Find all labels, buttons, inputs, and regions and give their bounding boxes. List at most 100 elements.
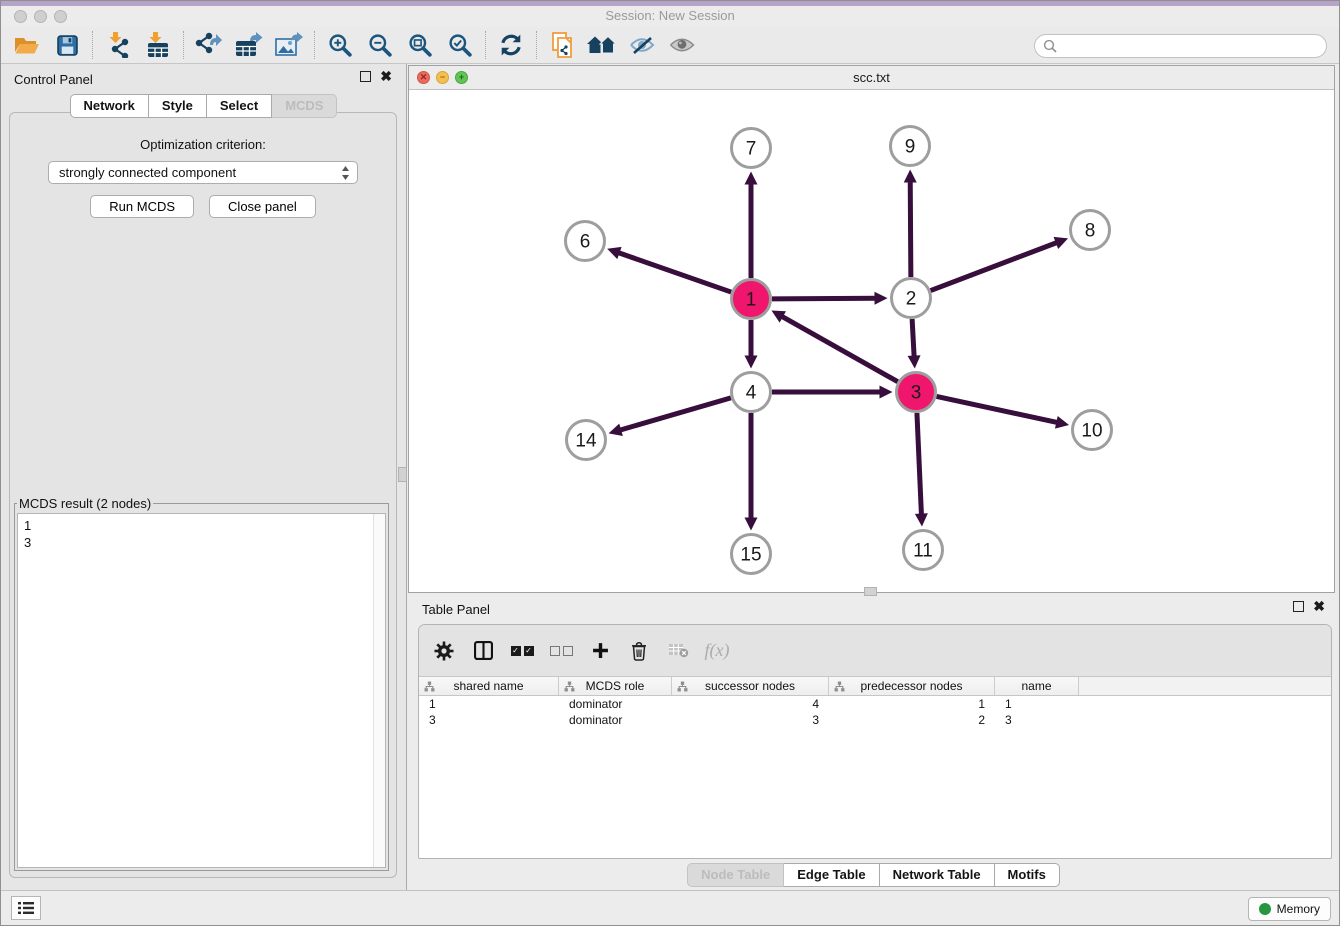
network-maximize-button[interactable]: +	[455, 71, 468, 84]
graph-node-11[interactable]: 11	[904, 531, 943, 570]
table-cell[interactable]: dominator	[559, 712, 672, 728]
refresh-button[interactable]	[491, 30, 531, 61]
column-header-MCDS-role[interactable]: MCDS role	[559, 677, 672, 695]
table-cell[interactable]: 1	[829, 696, 995, 712]
zoom-out-button[interactable]	[360, 30, 400, 61]
window-titlebar: Session: New Session	[1, 6, 1339, 27]
edge-4-14	[619, 398, 731, 430]
search-input[interactable]	[1057, 39, 1326, 54]
graph-node-2[interactable]: 2	[892, 279, 931, 318]
table-cell[interactable]: 3	[419, 712, 559, 728]
tab-node-table[interactable]: Node Table	[687, 863, 784, 887]
table-cell[interactable]: 2	[829, 712, 995, 728]
tab-motifs[interactable]: Motifs	[995, 863, 1060, 887]
table-cell[interactable]: 4	[672, 696, 829, 712]
import-network-button[interactable]	[98, 30, 138, 61]
export-table-icon	[235, 32, 263, 58]
function-builder-button[interactable]: f(x)	[704, 636, 730, 666]
tab-network-table[interactable]: Network Table	[880, 863, 995, 887]
home-button[interactable]	[582, 30, 622, 61]
zoom-out-icon	[368, 33, 392, 57]
column-header-successor-nodes[interactable]: successor nodes	[672, 677, 829, 695]
vertical-splitter-grip[interactable]	[398, 467, 407, 482]
import-table-button[interactable]	[138, 30, 178, 61]
zoom-in-button[interactable]	[320, 30, 360, 61]
graph-node-8[interactable]: 8	[1071, 211, 1110, 250]
tab-select[interactable]: Select	[207, 94, 272, 118]
edge-3-11	[917, 413, 922, 516]
delete-column-button[interactable]	[626, 636, 652, 666]
network-minimize-button[interactable]: −	[436, 71, 449, 84]
import-table-icon	[146, 32, 170, 58]
table-cell[interactable]: dominator	[559, 696, 672, 712]
close-panel-icon[interactable]: ✖	[1313, 601, 1325, 612]
network-canvas[interactable]: 7 9 6 8 1 2 4 3 14 10 15 11	[409, 90, 1334, 592]
deselect-all-button[interactable]	[548, 636, 574, 666]
zoom-fit-button[interactable]	[400, 30, 440, 61]
export-image-button[interactable]	[269, 30, 309, 61]
status-bar: Memory	[1, 890, 1339, 925]
column-type-icon	[424, 681, 435, 692]
show-columns-button[interactable]	[470, 636, 496, 666]
table-cell[interactable]: 3	[672, 712, 829, 728]
table-row[interactable]: 1dominator411	[419, 696, 1331, 712]
graph-node-9[interactable]: 9	[891, 127, 930, 166]
memory-button[interactable]: Memory	[1248, 897, 1331, 921]
copy-network-view-button[interactable]	[542, 30, 582, 61]
add-column-button[interactable]	[587, 636, 613, 666]
arrowhead-2-3	[908, 355, 921, 368]
tab-style[interactable]: Style	[149, 94, 207, 118]
result-scrollbar[interactable]	[373, 514, 385, 867]
edge-2-9	[910, 180, 911, 277]
close-panel-button[interactable]: Close panel	[209, 195, 316, 218]
optimization-criterion-select[interactable]: strongly connected component	[48, 161, 358, 184]
table-panel-title: Table Panel	[422, 602, 490, 617]
table-cell[interactable]: 1	[995, 696, 1079, 712]
edge-2-8	[931, 242, 1058, 290]
graph-node-15[interactable]: 15	[732, 535, 771, 574]
tab-network[interactable]: Network	[70, 94, 149, 118]
export-network-button[interactable]	[189, 30, 229, 61]
zoom-in-icon	[328, 33, 352, 57]
arrowhead-4-15	[745, 518, 758, 531]
close-panel-icon[interactable]: ✖	[380, 71, 392, 82]
graph-node-3[interactable]: 3	[897, 373, 936, 412]
open-session-button[interactable]	[7, 30, 47, 61]
minimize-window-button[interactable]	[34, 10, 47, 23]
network-window-titlebar[interactable]: ✕ − + scc.txt	[409, 66, 1334, 90]
graph-node-6[interactable]: 6	[566, 222, 605, 261]
graph-node-4[interactable]: 4	[732, 373, 771, 412]
select-all-button[interactable]: ✓✓	[509, 636, 535, 666]
delete-table-button[interactable]	[665, 636, 691, 666]
close-window-button[interactable]	[14, 10, 27, 23]
graph-node-1[interactable]: 1	[732, 280, 771, 319]
table-cell[interactable]: 1	[419, 696, 559, 712]
export-table-button[interactable]	[229, 30, 269, 61]
table-cell[interactable]: 3	[995, 712, 1079, 728]
graph-node-7[interactable]: 7	[732, 129, 771, 168]
toolbar-separator	[314, 31, 315, 59]
zoom-window-button[interactable]	[54, 10, 67, 23]
column-header-name[interactable]: name	[995, 677, 1079, 695]
search-field[interactable]	[1034, 34, 1327, 58]
table-settings-button[interactable]	[431, 636, 457, 666]
column-header-shared-name[interactable]: shared name	[419, 677, 559, 695]
tab-edge-table[interactable]: Edge Table	[784, 863, 879, 887]
hide-graphics-button[interactable]	[622, 30, 662, 61]
memory-button-label: Memory	[1277, 902, 1320, 916]
show-graphics-button[interactable]	[662, 30, 702, 61]
column-header-predecessor-nodes[interactable]: predecessor nodes	[829, 677, 995, 695]
run-mcds-button[interactable]: Run MCDS	[90, 195, 194, 218]
float-panel-icon[interactable]	[360, 71, 371, 82]
save-session-button[interactable]	[47, 30, 87, 61]
mcds-result-textarea[interactable]: 13	[17, 513, 386, 868]
zoom-selected-button[interactable]	[440, 30, 480, 61]
float-panel-icon[interactable]	[1293, 601, 1304, 612]
horizontal-splitter-grip[interactable]	[864, 587, 877, 596]
graph-node-10[interactable]: 10	[1073, 411, 1112, 450]
network-close-button[interactable]: ✕	[417, 71, 430, 84]
show-log-button[interactable]	[11, 896, 41, 920]
graph-node-14[interactable]: 14	[567, 421, 606, 460]
tab-mcds[interactable]: MCDS	[272, 94, 337, 118]
table-row[interactable]: 3dominator323	[419, 712, 1331, 728]
